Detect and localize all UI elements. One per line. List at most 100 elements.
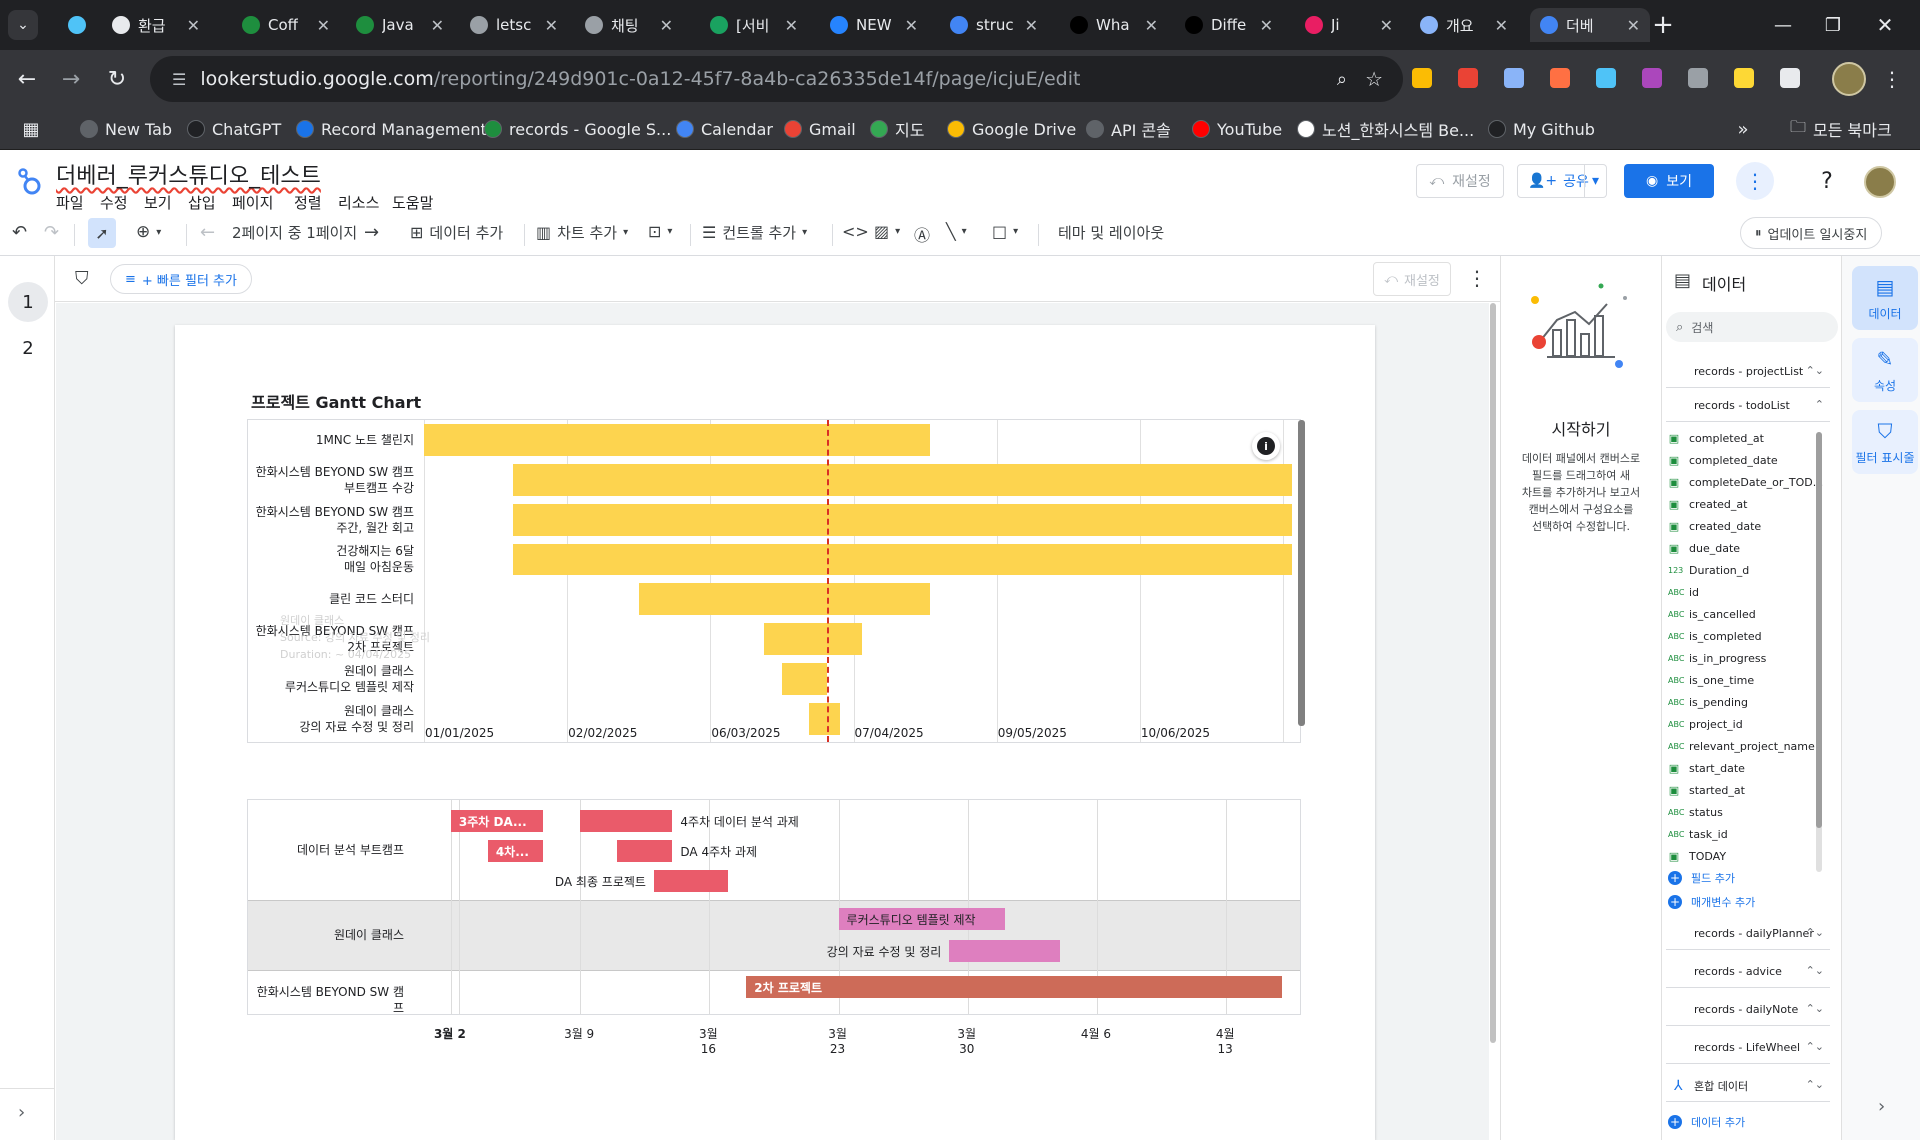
user-avatar[interactable] <box>1864 166 1896 198</box>
extension-icon[interactable] <box>1688 68 1708 88</box>
browser-tab[interactable]: 더베 ✕ <box>1530 8 1650 42</box>
tab-close-icon[interactable]: ✕ <box>545 16 558 35</box>
data-source-item[interactable]: records - LifeWheel ⌃⌄ <box>1666 1032 1830 1064</box>
tab-close-icon[interactable]: ✕ <box>1025 16 1038 35</box>
bookmark-item[interactable]: 지도 <box>870 116 924 142</box>
expand-collapse-icon[interactable]: ⌃⌄ <box>1806 964 1824 977</box>
data-tab-button[interactable]: ▤ 데이터 <box>1852 266 1918 330</box>
field-item[interactable]: ABC is_pending <box>1668 692 1748 712</box>
field-item[interactable]: ABC relevant_project_name <box>1668 736 1815 756</box>
timeline-chart[interactable]: 데이터 분석 부트캠프 원데이 클래스 한화시스템 BEYOND SW 캠프 3주차 … <box>247 799 1301 1015</box>
back-icon[interactable]: ← <box>12 64 42 94</box>
field-item[interactable]: ▣ started_at <box>1668 780 1745 800</box>
community-viz-button[interactable]: ⊡ ▾ <box>648 222 672 241</box>
next-page-icon[interactable]: → <box>364 222 379 243</box>
browser-tab[interactable]: Diffe ✕ <box>1175 8 1283 42</box>
field-list-scrollbar[interactable] <box>1816 432 1822 872</box>
menu-5[interactable]: 정렬 <box>294 192 322 213</box>
more-options-icon[interactable]: ⋮ <box>1736 162 1774 200</box>
page-1-button[interactable]: 1 <box>8 282 48 322</box>
view-button[interactable]: ◉ 보기 <box>1624 164 1714 198</box>
gantt-chart[interactable]: 01/01/2025 02/02/2025 06/03/2025 07/04/2025… <box>247 419 1305 743</box>
browser-tab[interactable]: NEW ✕ <box>820 8 928 42</box>
timeline-task-bar[interactable] <box>580 810 673 832</box>
zoom-icon[interactable]: ⌕ <box>1337 69 1347 90</box>
undo-icon[interactable]: ↶ <box>12 222 27 243</box>
gantt-bar[interactable] <box>764 623 863 656</box>
timeline-task-bar[interactable] <box>949 940 1061 962</box>
menu-7[interactable]: 도움말 <box>392 192 433 213</box>
browser-tab[interactable]: 개요 ✕ <box>1410 8 1518 42</box>
menu-3[interactable]: 삽입 <box>188 192 216 213</box>
tab-close-icon[interactable]: ✕ <box>1495 16 1508 35</box>
extension-icon[interactable] <box>1734 68 1754 88</box>
browser-tab[interactable]: struc ✕ <box>940 8 1048 42</box>
field-item[interactable]: ▣ completeDate_or_TOD... <box>1668 472 1823 492</box>
tab-close-icon[interactable]: ✕ <box>785 16 798 35</box>
field-item[interactable]: 123 Duration_d <box>1668 560 1749 580</box>
field-item[interactable]: ▣ TODAY <box>1668 846 1726 866</box>
expand-collapse-icon[interactable]: ⌃⌄ <box>1806 1040 1824 1053</box>
help-icon[interactable]: ? <box>1812 166 1842 196</box>
filter-reset-button[interactable]: ⤺ 재설정 <box>1373 262 1451 296</box>
tab-close-icon[interactable]: ✕ <box>317 16 330 35</box>
close-window-button[interactable]: ✕ <box>1870 10 1900 40</box>
text-box-icon[interactable]: Ⓐ <box>914 222 930 246</box>
bookmark-item[interactable]: YouTube <box>1192 116 1282 142</box>
bookmark-item[interactable]: Calendar <box>676 116 773 142</box>
expand-pages-icon[interactable]: › <box>18 1102 25 1123</box>
gantt-scrollbar[interactable] <box>1298 420 1305 726</box>
add-control-button[interactable]: ☰ 컨트롤 추가 ▾ <box>702 222 807 243</box>
filter-bar-tab-button[interactable]: ⛉ 필터 표시줄 <box>1852 410 1918 474</box>
reload-icon[interactable]: ↻ <box>102 64 132 94</box>
tab-close-icon[interactable]: ✕ <box>1145 16 1158 35</box>
report-title[interactable]: 더베러_루커스튜디오_테스트 <box>56 158 321 190</box>
field-item[interactable]: ABC project_id <box>1668 714 1743 734</box>
url-bar[interactable]: ☰ lookerstudio.google.com/reporting/249d… <box>150 56 1403 102</box>
browser-tab[interactable]: Ji ✕ <box>1295 8 1403 42</box>
bookmark-item[interactable]: Record Management <box>296 116 487 142</box>
bookmark-item[interactable]: My Github <box>1488 116 1595 142</box>
theme-layout-button[interactable]: 테마 및 레이아웃 <box>1058 222 1164 243</box>
redo-icon[interactable]: ↷ <box>44 222 59 243</box>
add-chart-button[interactable]: ▥ 차트 추가 ▾ <box>536 222 628 243</box>
tab-close-icon[interactable]: ✕ <box>1260 16 1273 35</box>
more-bookmarks-icon[interactable]: » <box>1730 116 1756 142</box>
bookmark-item[interactable]: records - Google S... <box>484 116 671 142</box>
share-button[interactable]: 👤+ 공유 ▾ <box>1517 164 1607 198</box>
filter-more-icon[interactable]: ⋮ <box>1467 266 1487 290</box>
site-info-icon[interactable]: ☰ <box>172 70 186 89</box>
page-2-button[interactable]: 2 <box>8 328 48 368</box>
browser-tab[interactable]: letsc ✕ <box>460 8 568 42</box>
field-item[interactable]: ABC is_in_progress <box>1668 648 1766 668</box>
bookmark-item[interactable]: API 콘솔 <box>1086 116 1171 142</box>
reset-button[interactable]: ⤺ 재설정 <box>1416 164 1504 198</box>
data-search-input[interactable]: ⌕ 검색 <box>1666 312 1838 342</box>
all-bookmarks-folder[interactable]: 🗀 모든 북마크 <box>1790 116 1892 142</box>
field-item[interactable]: ABC status <box>1668 802 1723 822</box>
timeline-task-bar[interactable]: 3주차 DA... <box>450 810 544 832</box>
extension-icon[interactable] <box>1504 68 1524 88</box>
add-data-button[interactable]: ⊞ 데이터 추가 <box>410 222 503 243</box>
expand-collapse-icon[interactable]: ⌃⌄ <box>1806 926 1824 939</box>
share-dropdown-icon[interactable]: ▾ <box>1584 165 1606 197</box>
data-source-item[interactable]: records - todoList ⌃ <box>1666 390 1830 422</box>
field-item[interactable]: ABC is_cancelled <box>1668 604 1756 624</box>
extension-icon[interactable] <box>1642 68 1662 88</box>
menu-6[interactable]: 리소스 <box>338 192 379 213</box>
field-item[interactable]: ▣ completed_date <box>1668 450 1778 470</box>
new-tab-button[interactable]: + <box>1648 10 1678 40</box>
field-item[interactable]: ABC id <box>1668 582 1699 602</box>
profile-avatar[interactable] <box>1832 62 1866 96</box>
bookmark-item[interactable]: Google Drive <box>947 116 1076 142</box>
browser-tab[interactable]: [서비 ✕ <box>700 8 808 42</box>
timeline-task-bar[interactable] <box>617 840 673 862</box>
expand-collapse-icon[interactable]: ⌃ <box>1815 398 1824 411</box>
browser-tab[interactable]: Java ✕ <box>346 8 454 42</box>
extension-icon[interactable] <box>1412 68 1432 88</box>
browser-tab[interactable]: 채팅 ✕ <box>575 8 683 42</box>
extension-icon[interactable] <box>1458 68 1478 88</box>
gantt-bar[interactable] <box>513 503 1292 536</box>
zoom-tool[interactable]: ⊕ ▾ <box>136 222 161 242</box>
gantt-bar[interactable] <box>513 463 1292 496</box>
